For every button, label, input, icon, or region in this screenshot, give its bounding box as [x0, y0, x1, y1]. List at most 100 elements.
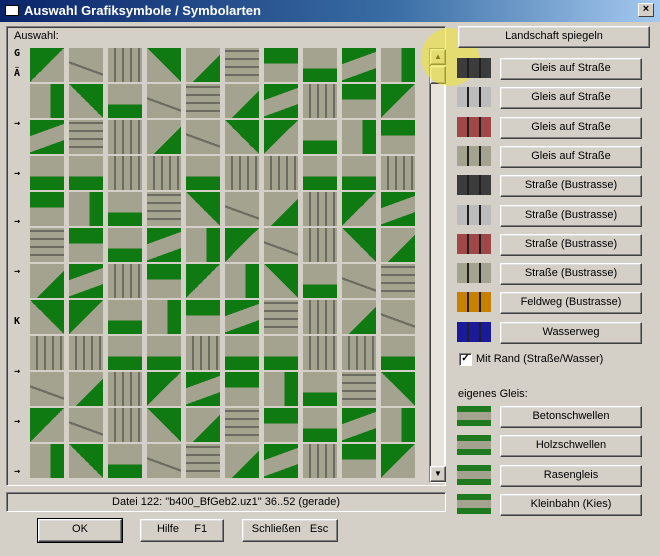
symbol-tile[interactable] [30, 372, 64, 406]
symbol-tile[interactable] [225, 408, 259, 442]
symbol-tile[interactable] [30, 48, 64, 82]
symbol-tile[interactable] [342, 408, 376, 442]
symbol-tile[interactable] [303, 156, 337, 190]
symbol-tile[interactable] [108, 120, 142, 154]
symbol-tile[interactable] [30, 84, 64, 118]
help-button[interactable]: Hilfe F1 [140, 519, 224, 542]
track-option-button[interactable]: Rasengleis [500, 464, 642, 487]
symbol-tile[interactable] [264, 372, 298, 406]
symbol-tile[interactable] [303, 264, 337, 298]
symbol-tile[interactable] [30, 336, 64, 370]
symbol-tile[interactable] [342, 336, 376, 370]
symbol-tile[interactable] [186, 300, 220, 334]
symbol-tile[interactable] [342, 84, 376, 118]
symbol-tile[interactable] [186, 156, 220, 190]
symbol-tile[interactable] [147, 192, 181, 226]
symbol-tile[interactable] [186, 444, 220, 478]
symbol-tile[interactable] [264, 444, 298, 478]
symbol-tile[interactable] [108, 372, 142, 406]
symbol-tile[interactable] [342, 48, 376, 82]
surface-option-button[interactable]: Gleis auf Straße [500, 87, 642, 110]
symbol-tile[interactable] [147, 156, 181, 190]
symbol-tile[interactable] [264, 84, 298, 118]
symbol-tile[interactable] [264, 192, 298, 226]
surface-option-button[interactable]: Straße (Bustrasse) [500, 263, 642, 286]
surface-option-button[interactable]: Straße (Bustrasse) [500, 204, 642, 227]
symbol-tile[interactable] [225, 192, 259, 226]
surface-option-button[interactable]: Gleis auf Straße [500, 145, 642, 168]
track-option-button[interactable]: Holzschwellen [500, 435, 642, 458]
symbol-tile[interactable] [381, 264, 415, 298]
symbol-tile[interactable] [303, 120, 337, 154]
symbol-tile[interactable] [147, 408, 181, 442]
symbol-tile[interactable] [303, 300, 337, 334]
surface-option-button[interactable]: Feldweg (Bustrasse) [500, 292, 642, 315]
symbol-tile[interactable] [303, 228, 337, 262]
symbol-tile[interactable] [264, 408, 298, 442]
symbol-tile[interactable] [186, 408, 220, 442]
track-option-button[interactable]: Betonschwellen [500, 406, 642, 428]
symbol-tile[interactable] [381, 120, 415, 154]
symbol-tile[interactable] [303, 408, 337, 442]
symbol-tile[interactable] [225, 372, 259, 406]
symbol-tile[interactable] [30, 444, 64, 478]
close-button[interactable]: Schließen Esc [242, 519, 338, 542]
symbol-tile[interactable] [381, 300, 415, 334]
symbol-tile[interactable] [381, 408, 415, 442]
surface-option-button[interactable]: Gleis auf Straße [500, 116, 642, 139]
symbol-tile[interactable] [342, 156, 376, 190]
symbol-tile[interactable] [108, 300, 142, 334]
symbol-tile[interactable] [381, 444, 415, 478]
symbol-tile[interactable] [147, 264, 181, 298]
symbol-tile[interactable] [147, 372, 181, 406]
symbol-tile[interactable] [225, 264, 259, 298]
scroll-down-button[interactable]: ▼ [430, 466, 446, 482]
symbol-tile[interactable] [303, 372, 337, 406]
symbol-tile[interactable] [381, 372, 415, 406]
symbol-tile[interactable] [108, 48, 142, 82]
symbol-tile[interactable] [30, 264, 64, 298]
symbol-tile[interactable] [381, 48, 415, 82]
mirror-landscape-button[interactable]: Landschaft spiegeln [458, 26, 650, 48]
symbol-tile[interactable] [225, 444, 259, 478]
symbol-tile[interactable] [303, 192, 337, 226]
symbol-tile[interactable] [225, 48, 259, 82]
symbol-tile[interactable] [69, 300, 103, 334]
symbol-tile[interactable] [264, 264, 298, 298]
symbol-tile[interactable] [303, 48, 337, 82]
symbol-tile[interactable] [303, 444, 337, 478]
symbol-tile[interactable] [69, 228, 103, 262]
symbol-tile[interactable] [69, 264, 103, 298]
symbol-tile[interactable] [147, 84, 181, 118]
symbol-tile[interactable] [108, 228, 142, 262]
symbol-tile[interactable] [225, 228, 259, 262]
symbol-tile[interactable] [342, 228, 376, 262]
symbol-tile[interactable] [108, 192, 142, 226]
surface-option-button[interactable]: Gleis auf Straße [500, 58, 642, 80]
symbol-tile[interactable] [69, 156, 103, 190]
symbol-tile[interactable] [30, 156, 64, 190]
symbol-tile[interactable] [108, 408, 142, 442]
symbol-tile[interactable] [30, 120, 64, 154]
surface-option-button[interactable]: Wasserweg [500, 321, 642, 344]
close-icon[interactable]: × [638, 3, 654, 17]
symbol-tile[interactable] [225, 300, 259, 334]
symbol-tile[interactable] [342, 120, 376, 154]
symbol-tile[interactable] [108, 444, 142, 478]
symbol-tile[interactable] [264, 228, 298, 262]
track-option-button[interactable]: Kleinbahn (Kies) [500, 493, 642, 516]
symbol-tile[interactable] [264, 336, 298, 370]
symbol-tile[interactable] [381, 84, 415, 118]
symbol-tile[interactable] [69, 120, 103, 154]
symbol-tile[interactable] [225, 156, 259, 190]
symbol-tile[interactable] [186, 372, 220, 406]
symbol-tile[interactable] [69, 48, 103, 82]
ok-button[interactable]: OK [37, 518, 123, 543]
symbol-tile[interactable] [225, 336, 259, 370]
symbol-tile[interactable] [108, 84, 142, 118]
symbol-tile[interactable] [147, 444, 181, 478]
symbol-tile[interactable] [186, 120, 220, 154]
symbol-tile[interactable] [30, 300, 64, 334]
symbol-tile[interactable] [342, 192, 376, 226]
symbol-tile[interactable] [342, 300, 376, 334]
